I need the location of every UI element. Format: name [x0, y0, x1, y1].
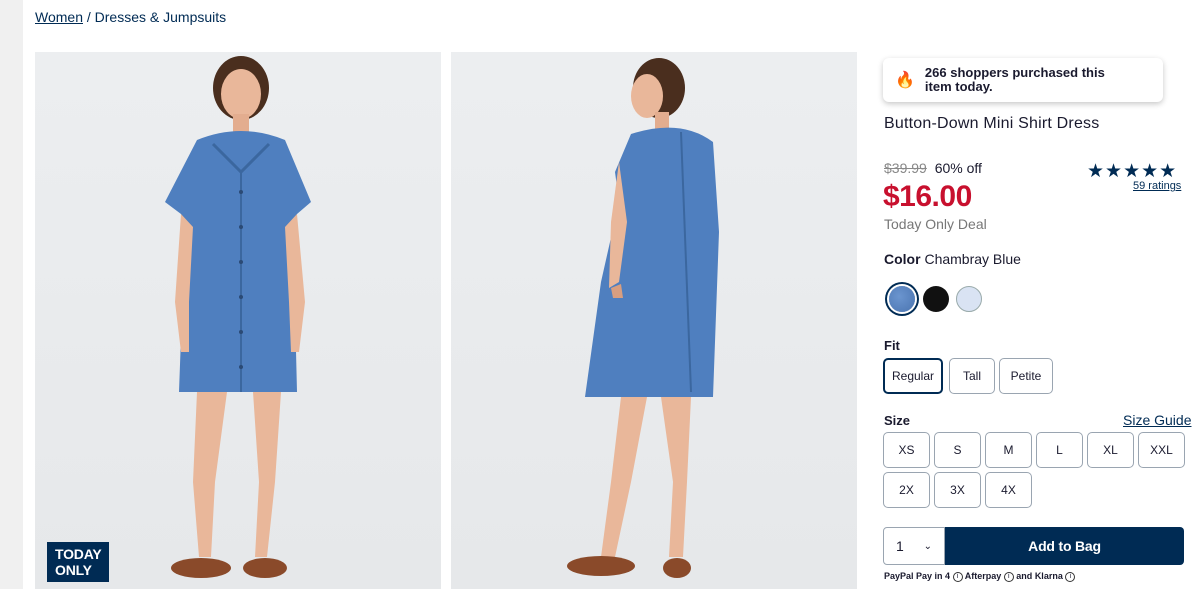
color-swatch-chambray-blue[interactable] [889, 286, 915, 312]
badge-line-2: ONLY [55, 562, 92, 578]
chevron-down-icon: ⌄ [923, 540, 932, 552]
social-proof-text: 266 shoppers purchased this item today. [924, 65, 1105, 94]
size-option-2x[interactable]: 2X [883, 472, 930, 508]
color-swatch-light-blue[interactable] [956, 286, 982, 312]
badge-line-1: TODAY [55, 546, 102, 562]
payment-options: PayPal Pay in 4 i Afterpay i and Klarna … [884, 571, 1076, 582]
product-image-front[interactable]: TODAY ONLY [35, 52, 441, 589]
model-front-illustration [165, 56, 311, 578]
original-price: $39.99 [884, 160, 927, 176]
klarna-info-icon[interactable]: i [1065, 571, 1076, 582]
paypal-info-icon[interactable]: i [952, 571, 963, 582]
size-option-xl[interactable]: XL [1087, 432, 1134, 468]
model-side-illustration [567, 58, 719, 578]
breadcrumb-current: Dresses & Jumpsuits [94, 9, 227, 25]
fit-label: Fit [884, 338, 900, 353]
size-guide-link[interactable]: Size Guide [1123, 412, 1191, 428]
size-option-xs[interactable]: XS [883, 432, 930, 468]
size-option-l[interactable]: L [1036, 432, 1083, 468]
color-selected-name: Chambray Blue [924, 251, 1021, 267]
star-icons: ★★★★★ [1087, 161, 1178, 182]
afterpay-label: Afterpay [964, 571, 1002, 581]
size-option-m[interactable]: M [985, 432, 1032, 468]
product-image-side[interactable] [451, 52, 857, 589]
price-row: $39.99 60% off [884, 160, 982, 176]
size-option-4x[interactable]: 4X [985, 472, 1032, 508]
sale-price: $16.00 [883, 180, 972, 213]
social-proof-banner: 🔥 266 shoppers purchased this item today… [883, 58, 1163, 102]
flame-icon: 🔥 [895, 72, 915, 89]
deal-label: Today Only Deal [884, 216, 987, 232]
product-page: Women / Dresses & Jumpsuits TODAY ONLY 🔥… [23, 0, 1200, 589]
fit-option-tall[interactable]: Tall [949, 358, 995, 394]
klarna-label: Klarna [1034, 571, 1063, 581]
size-option-s[interactable]: S [934, 432, 981, 468]
size-option-3x[interactable]: 3X [934, 472, 981, 508]
breadcrumb: Women / Dresses & Jumpsuits [35, 9, 226, 25]
fit-option-petite[interactable]: Petite [999, 358, 1053, 394]
paypal-label: PayPal Pay in 4 [884, 571, 951, 581]
afterpay-info-icon[interactable]: i [1003, 571, 1014, 582]
color-swatch-black[interactable] [923, 286, 949, 312]
quantity-value: 1 [896, 538, 904, 554]
color-label: Color Chambray Blue [884, 251, 1021, 267]
product-title: Button-Down Mini Shirt Dress [884, 115, 1100, 132]
breadcrumb-women-link[interactable]: Women [35, 9, 83, 25]
discount-label: 60% off [934, 160, 982, 176]
and-text: and [1016, 571, 1033, 581]
breadcrumb-separator: / [86, 9, 91, 25]
size-option-xxl[interactable]: XXL [1138, 432, 1185, 468]
fit-option-regular[interactable]: Regular [883, 358, 943, 394]
today-only-badge: TODAY ONLY [47, 542, 110, 582]
add-to-bag-button[interactable]: Add to Bag [945, 527, 1184, 565]
size-label: Size [884, 413, 911, 428]
quantity-select[interactable]: 1 ⌄ [883, 527, 945, 565]
ratings-link[interactable]: 59 ratings [1133, 180, 1181, 192]
color-label-title: Color [884, 251, 921, 267]
